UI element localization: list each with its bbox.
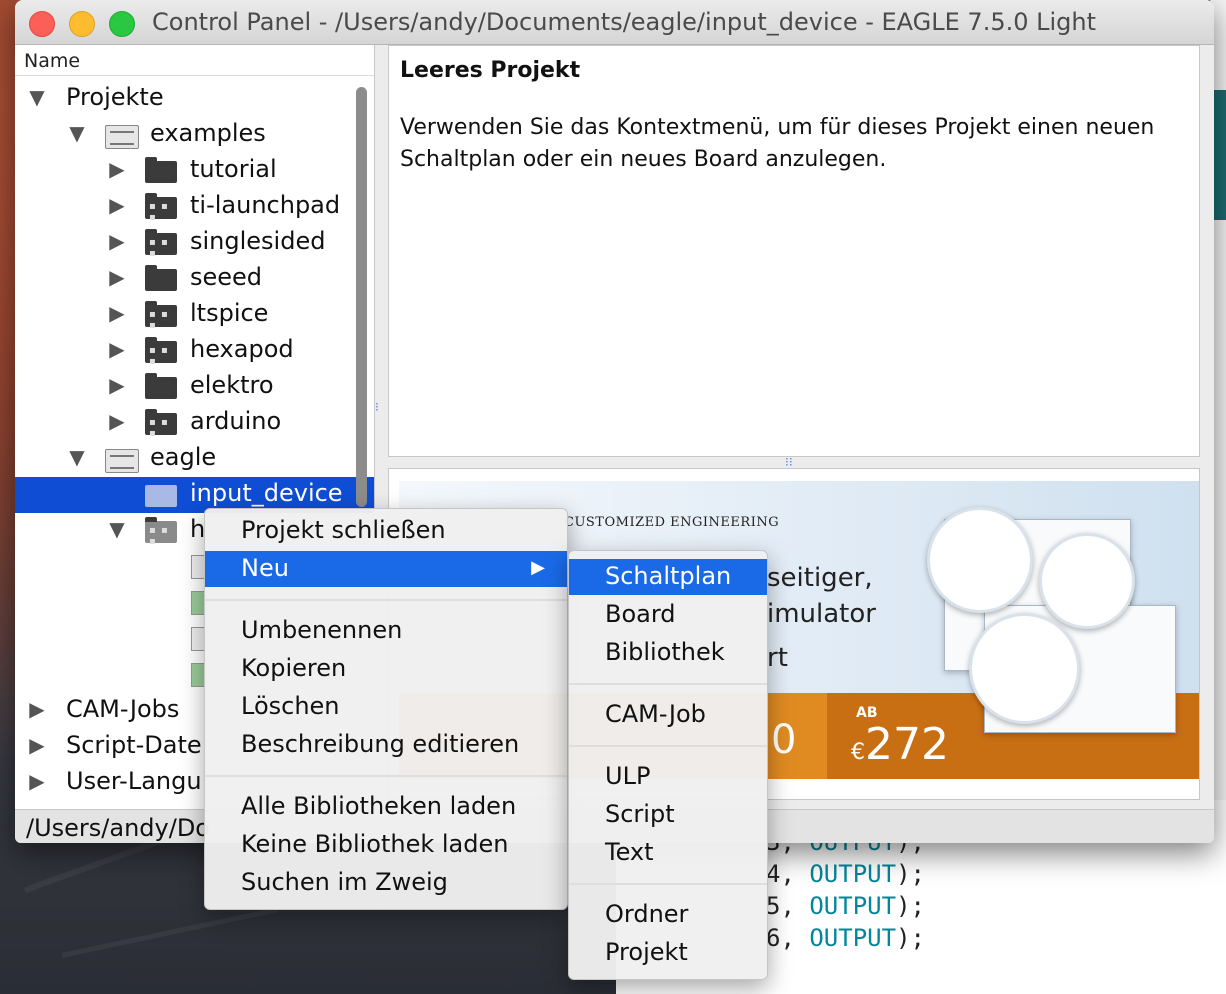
disclosure-closed-icon[interactable]: ▶	[107, 157, 127, 181]
status-path: /Users/andy/Do	[26, 814, 210, 842]
project-folder-icon	[145, 193, 177, 223]
submenu-item-cam-job[interactable]: CAM-Job	[569, 697, 767, 733]
disclosure-closed-icon[interactable]: ▶	[107, 409, 127, 433]
disclosure-closed-icon[interactable]: ▶	[107, 229, 127, 253]
tree-item-seeed[interactable]: ▶ seeed	[15, 261, 374, 297]
description-pane: Leeres Projekt Verwenden Sie das Kontext…	[388, 45, 1200, 457]
disclosure-closed-icon[interactable]: ▶	[27, 769, 47, 793]
submenu-item-script[interactable]: Script	[569, 797, 767, 833]
stack-folder-icon	[105, 125, 139, 149]
tree-item-projekte[interactable]: ▼ Projekte	[15, 81, 374, 117]
menu-separator	[205, 599, 567, 601]
description-text: Verwenden Sie das Kontextmenü, um für di…	[400, 115, 1155, 172]
menu-separator	[569, 683, 767, 685]
tree-item-ti-launchpad[interactable]: ▶ ti-launchpad	[15, 189, 374, 225]
menu-separator	[569, 883, 767, 885]
disclosure-closed-icon[interactable]: ▶	[107, 337, 127, 361]
close-button[interactable]	[29, 11, 55, 37]
column-header-name[interactable]: Name	[15, 45, 374, 76]
tree-item-ltspice[interactable]: ▶ ltspice	[15, 297, 374, 333]
menu-item-alle-bibliotheken-laden[interactable]: Alle Bibliotheken laden	[205, 789, 567, 825]
menu-separator	[569, 745, 767, 747]
tree-item-elektro[interactable]: ▶ elektro	[15, 369, 374, 405]
title-bar[interactable]: Control Panel - /Users/andy/Documents/ea…	[15, 0, 1214, 45]
disclosure-closed-icon[interactable]: ▶	[107, 193, 127, 217]
ad-zoom-circle	[927, 507, 1033, 613]
code-line: 4, OUTPUT);	[766, 860, 925, 888]
zoom-button[interactable]	[109, 11, 135, 37]
menu-item-umbenennen[interactable]: Umbenennen	[205, 613, 567, 649]
ad-zoom-circle	[969, 613, 1080, 724]
tree-item-examples[interactable]: ▼ examples	[15, 117, 374, 153]
minimize-button[interactable]	[69, 11, 95, 37]
tree-scrollbar[interactable]	[356, 87, 367, 507]
ad-headline: imulator	[767, 599, 876, 629]
project-folder-icon	[145, 229, 177, 259]
folder-icon	[145, 373, 177, 399]
project-folder-icon	[145, 301, 177, 331]
project-folder-icon	[145, 337, 177, 367]
ad-price: €272	[851, 719, 949, 770]
submenu-item-schaltplan[interactable]: Schaltplan	[569, 559, 767, 595]
ad-headline: seitiger,	[767, 563, 873, 593]
folder-icon	[145, 157, 177, 183]
folder-icon	[145, 265, 177, 291]
tree-item-hexapod[interactable]: ▶ hexapod	[15, 333, 374, 369]
tree-item-arduino[interactable]: ▶ arduino	[15, 405, 374, 441]
submenu-item-projekt[interactable]: Projekt	[569, 935, 767, 971]
ad-caption: CUSTOMIZED ENGINEERING	[564, 515, 780, 530]
description-title: Leeres Projekt	[400, 58, 581, 83]
project-folder-icon	[145, 517, 177, 547]
tree-item-singlesided[interactable]: ▶ singlesided	[15, 225, 374, 261]
context-menu: Projekt schließen Neu ▶ Umbenennen Kopier…	[204, 508, 568, 910]
tree-item-eagle[interactable]: ▼ eagle	[15, 441, 374, 477]
menu-separator	[205, 775, 567, 777]
disclosure-closed-icon[interactable]: ▶	[107, 373, 127, 397]
disclosure-closed-icon[interactable]: ▶	[27, 697, 47, 721]
submenu-item-board[interactable]: Board	[569, 597, 767, 633]
ad-zoom-circle	[1039, 533, 1135, 629]
disclosure-open-icon[interactable]: ▼	[107, 517, 127, 541]
ad-price-left: 0	[771, 717, 797, 763]
rock-streak	[61, 907, 279, 958]
code-line: 6, OUTPUT);	[766, 924, 925, 952]
disclosure-open-icon[interactable]: ▼	[27, 85, 47, 109]
menu-item-suchen-im-zweig[interactable]: Suchen im Zweig	[205, 865, 567, 901]
stack-folder-icon	[105, 449, 139, 473]
menu-item-keine-bibliothek-laden[interactable]: Keine Bibliothek laden	[205, 827, 567, 863]
disclosure-closed-icon[interactable]: ▶	[107, 265, 127, 289]
code-line: 5, OUTPUT);	[766, 892, 925, 920]
window-title: Control Panel - /Users/andy/Documents/ea…	[152, 8, 1097, 36]
project-folder-icon	[145, 409, 177, 439]
disclosure-closed-icon[interactable]: ▶	[27, 733, 47, 757]
submenu-neu: Schaltplan Board Bibliothek CAM-Job ULP …	[568, 550, 768, 980]
project-folder-icon	[145, 485, 177, 507]
disclosure-closed-icon[interactable]: ▶	[107, 301, 127, 325]
disclosure-open-icon[interactable]: ▼	[67, 121, 87, 145]
vertical-splitter-handle[interactable]: ⁝	[375, 400, 387, 440]
submenu-item-ulp[interactable]: ULP	[569, 759, 767, 795]
menu-item-loeschen[interactable]: Löschen	[205, 689, 567, 725]
submenu-arrow-icon: ▶	[531, 557, 545, 578]
submenu-item-ordner[interactable]: Ordner	[569, 897, 767, 933]
tree-item-tutorial[interactable]: ▶ tutorial	[15, 153, 374, 189]
submenu-item-text[interactable]: Text	[569, 835, 767, 871]
ad-headline: rt	[767, 643, 788, 673]
menu-item-neu[interactable]: Neu ▶	[205, 551, 567, 587]
menu-item-beschreibung-editieren[interactable]: Beschreibung editieren	[205, 727, 567, 763]
horizontal-splitter-handle[interactable]: ⁝⁝	[785, 455, 805, 469]
menu-item-kopieren[interactable]: Kopieren	[205, 651, 567, 687]
disclosure-open-icon[interactable]: ▼	[67, 445, 87, 469]
menu-item-projekt-schliessen[interactable]: Projekt schließen	[205, 513, 567, 549]
submenu-item-bibliothek[interactable]: Bibliothek	[569, 635, 767, 671]
